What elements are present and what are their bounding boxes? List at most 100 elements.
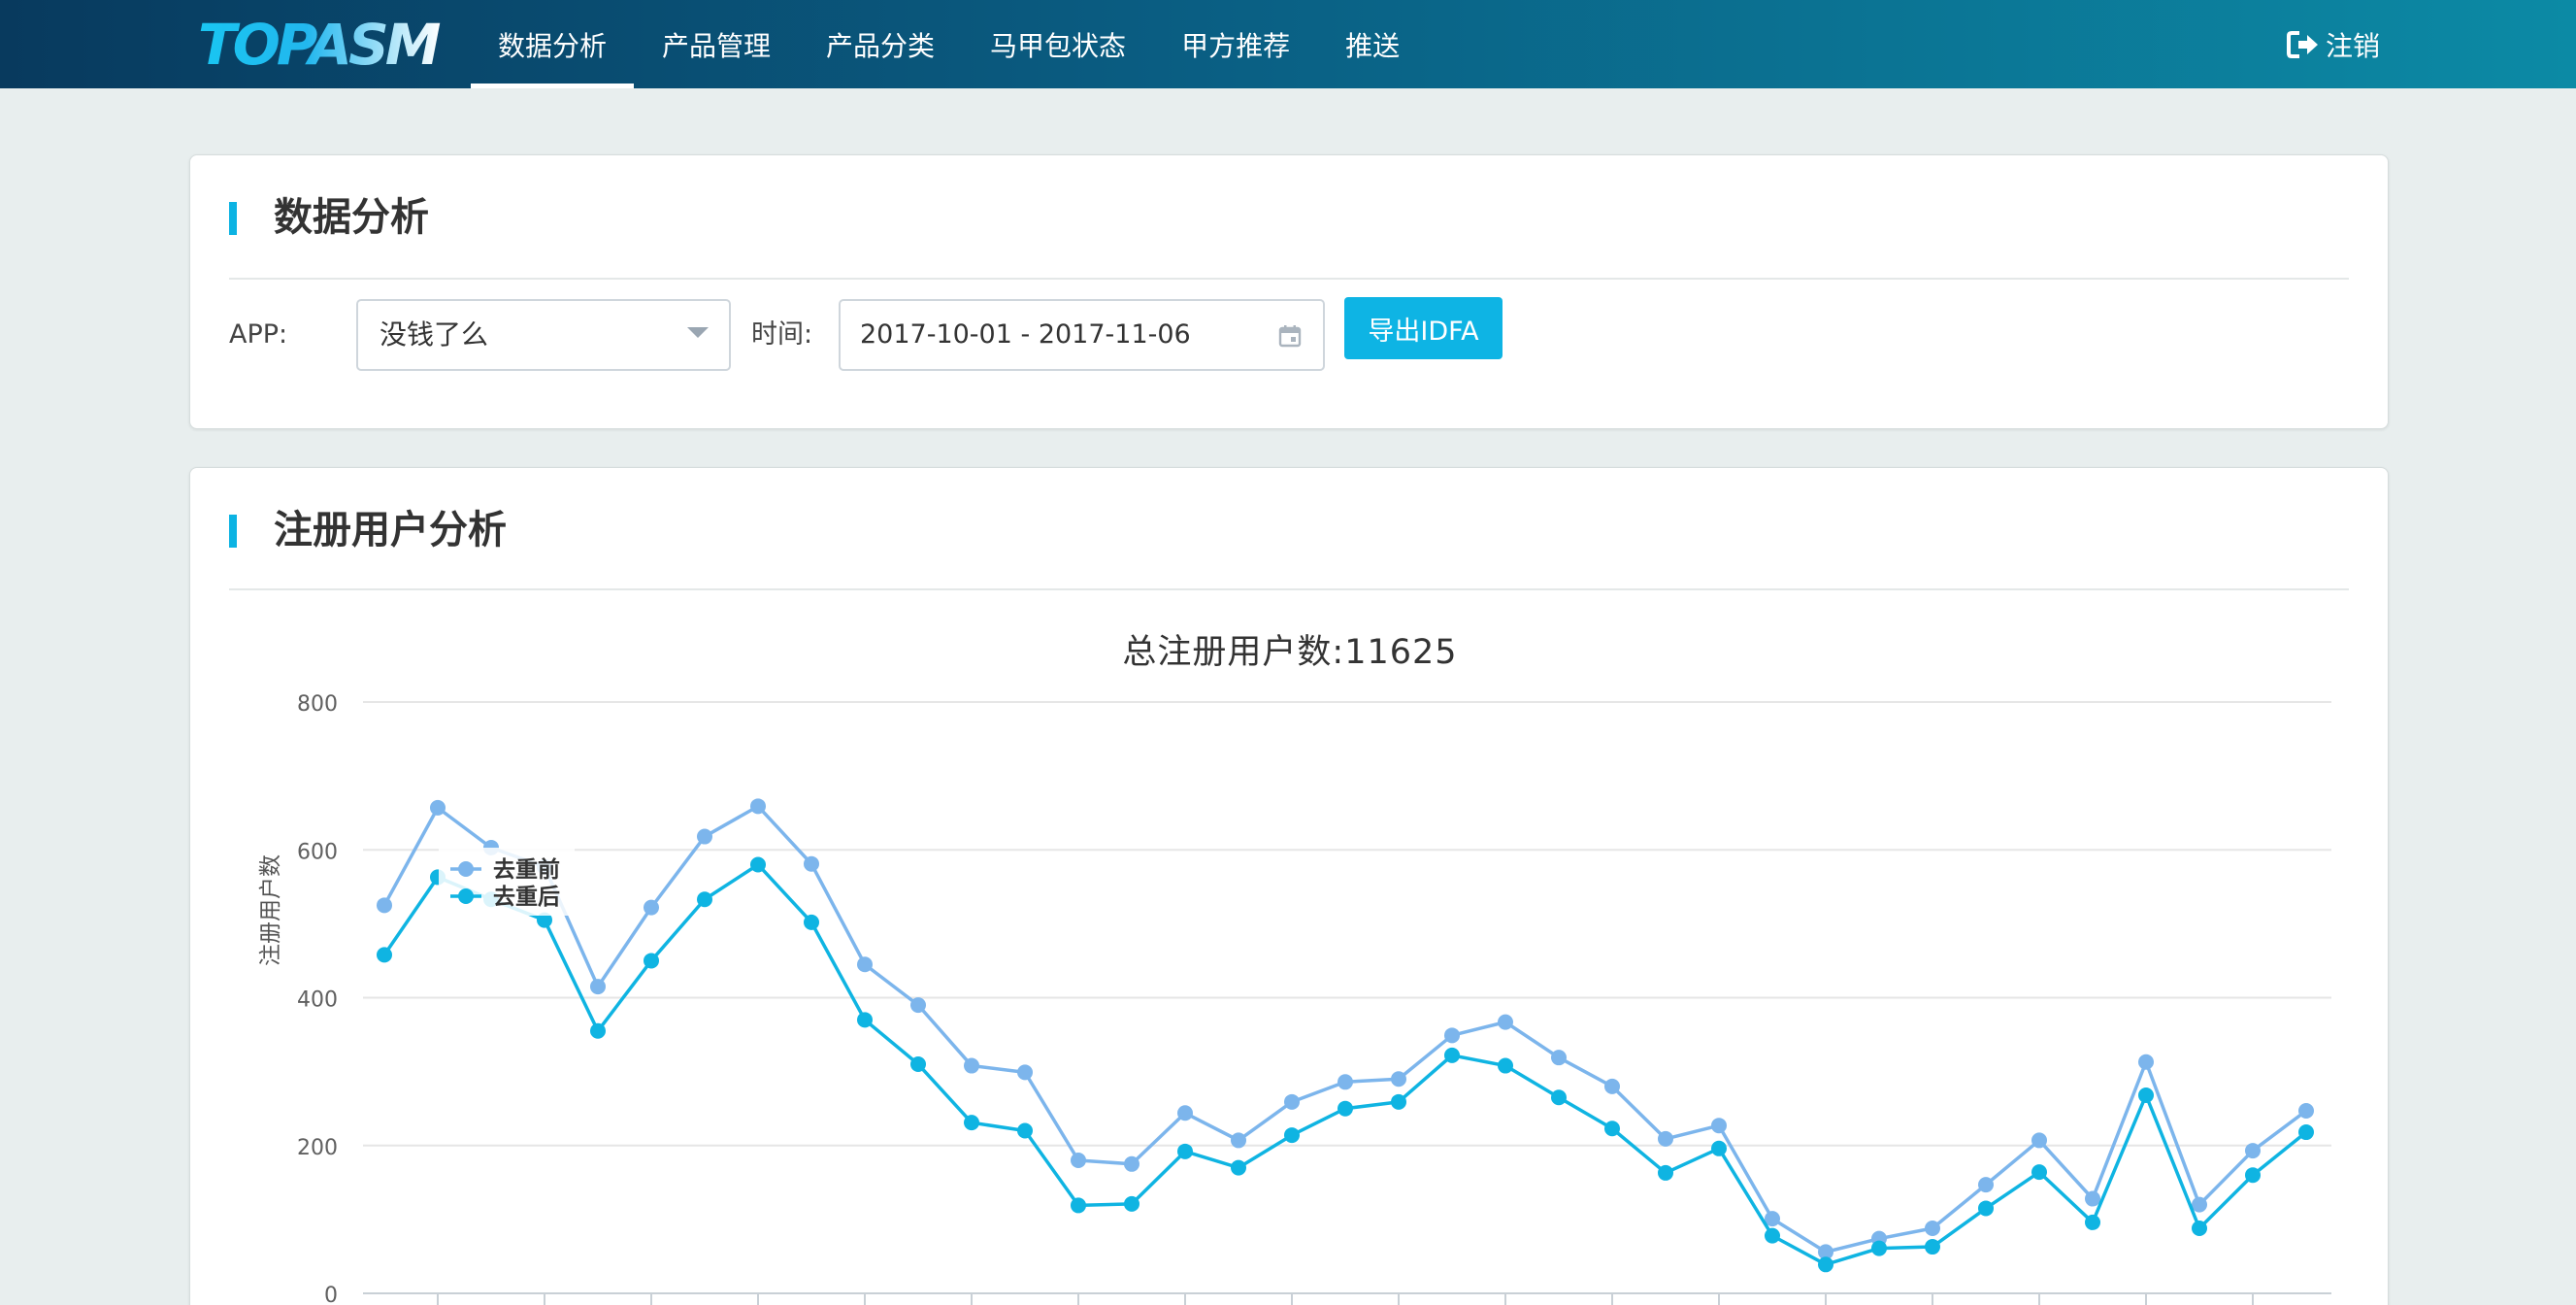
y-axis-label: 注册用户数 [258, 854, 283, 966]
data-point [1391, 1071, 1406, 1088]
data-point [2298, 1102, 2314, 1119]
chevron-down-icon [687, 327, 709, 338]
top-navbar: TOPASM 数据分析 产品管理 产品分类 马甲包状态 甲方推荐 推送 注销 [0, 0, 2576, 88]
data-point [644, 953, 659, 969]
series-before-dedup [377, 798, 2314, 1260]
y-tick-label: 200 [297, 1136, 338, 1160]
y-tick-label: 600 [297, 840, 338, 864]
brand-logo[interactable]: TOPASM [198, 12, 445, 78]
logout-label: 注销 [2325, 29, 2380, 62]
data-point [857, 956, 873, 973]
data-point [1444, 1027, 1460, 1044]
data-point [1071, 1197, 1086, 1214]
chart-card: 注册用户分析 总注册用户数:11625 0 200 400 600 800 注册用户数 去… [189, 467, 2389, 1305]
data-point [804, 914, 819, 930]
data-point [1925, 1221, 1940, 1237]
data-point [1017, 1122, 1033, 1139]
data-point [750, 798, 766, 815]
y-tick-label: 400 [297, 988, 338, 1013]
date-range-input[interactable]: 2017-10-01 - 2017-11-06 [839, 299, 1325, 371]
data-point [1071, 1152, 1086, 1168]
app-label: APP: [229, 319, 288, 350]
time-label: 时间: [751, 319, 813, 350]
data-point [1711, 1118, 1727, 1134]
topasm-logo-icon: TOPASM [198, 12, 445, 78]
filter-card-header: 数据分析 [229, 155, 2349, 280]
data-point [1177, 1105, 1193, 1121]
data-point [1658, 1164, 1673, 1181]
y-tick-label: 0 [324, 1284, 338, 1305]
data-point [644, 899, 659, 916]
data-point [1871, 1240, 1887, 1256]
data-point [1284, 1093, 1300, 1110]
date-range-value: 2017-10-01 - 2017-11-06 [860, 319, 1191, 350]
data-point [1551, 1089, 1567, 1106]
data-point [1017, 1064, 1033, 1081]
main-nav: 数据分析 产品管理 产品分类 马甲包状态 甲方推荐 推送 [471, 0, 1428, 88]
logout-button[interactable]: 注销 [2286, 0, 2380, 88]
data-point [910, 997, 926, 1014]
legend-swatch-dot [458, 861, 474, 877]
nav-item-push[interactable]: 推送 [1318, 0, 1427, 88]
data-point [430, 799, 446, 816]
data-point [1818, 1256, 1833, 1273]
data-point [1284, 1127, 1300, 1144]
data-point [857, 1012, 873, 1028]
data-point [590, 979, 606, 995]
data-point [1658, 1130, 1673, 1147]
export-idfa-button[interactable]: 导出IDFA [1344, 297, 1503, 359]
legend-item-label: 去重后 [493, 885, 560, 910]
data-point [2031, 1132, 2047, 1149]
data-point [1711, 1140, 1727, 1156]
data-point [2192, 1221, 2207, 1237]
app-select-value: 没钱了么 [380, 318, 489, 351]
app-select[interactable]: 没钱了么 [356, 299, 731, 371]
data-point [1231, 1132, 1246, 1149]
data-point [2085, 1214, 2100, 1230]
data-point [1444, 1047, 1460, 1063]
data-point [1177, 1143, 1193, 1159]
nav-item-product-category[interactable]: 产品分类 [799, 0, 962, 88]
nav-item-client-recommend[interactable]: 甲方推荐 [1154, 0, 1317, 88]
data-point [2085, 1190, 2100, 1207]
sign-out-icon [2286, 30, 2318, 58]
series-after-dedup [377, 856, 2314, 1273]
data-point [1604, 1121, 1620, 1137]
filter-card-title: 数据分析 [274, 195, 429, 240]
title-accent-bar [229, 202, 237, 235]
legend-swatch-dot [458, 888, 474, 904]
data-point [590, 1022, 606, 1039]
data-point [2031, 1164, 2047, 1181]
data-point [2245, 1167, 2261, 1184]
data-point [1498, 1057, 1513, 1074]
data-point [1978, 1200, 1994, 1217]
calendar-icon[interactable] [1278, 324, 1302, 348]
data-point [1551, 1050, 1567, 1066]
svg-text:TOPASM: TOPASM [198, 17, 441, 72]
data-point [697, 828, 712, 845]
data-point [1338, 1100, 1353, 1117]
data-point [697, 891, 712, 908]
data-point [2138, 1054, 2154, 1070]
nav-item-vest-package-status[interactable]: 马甲包状态 [963, 0, 1153, 88]
data-point [377, 897, 392, 914]
y-tick-label: 800 [297, 692, 338, 717]
data-point [2245, 1143, 2261, 1159]
data-point [910, 1056, 926, 1073]
data-point [1338, 1074, 1353, 1090]
filter-card: 数据分析 APP: 没钱了么 时间: 2017-10-01 - 2017-11-… [189, 154, 2389, 429]
data-point [1978, 1177, 1994, 1193]
data-point [1765, 1227, 1780, 1244]
data-point [2192, 1196, 2207, 1213]
legend-item-label: 去重前 [493, 856, 560, 883]
data-point [964, 1057, 979, 1074]
data-point [1231, 1159, 1246, 1176]
data-point [1498, 1014, 1513, 1030]
nav-item-data-analysis[interactable]: 数据分析 [471, 0, 635, 88]
data-point [1124, 1155, 1139, 1172]
data-point [964, 1115, 979, 1131]
data-point [2138, 1087, 2154, 1103]
data-point [804, 855, 819, 872]
nav-item-product-management[interactable]: 产品管理 [635, 0, 798, 88]
data-point [1925, 1239, 1940, 1255]
